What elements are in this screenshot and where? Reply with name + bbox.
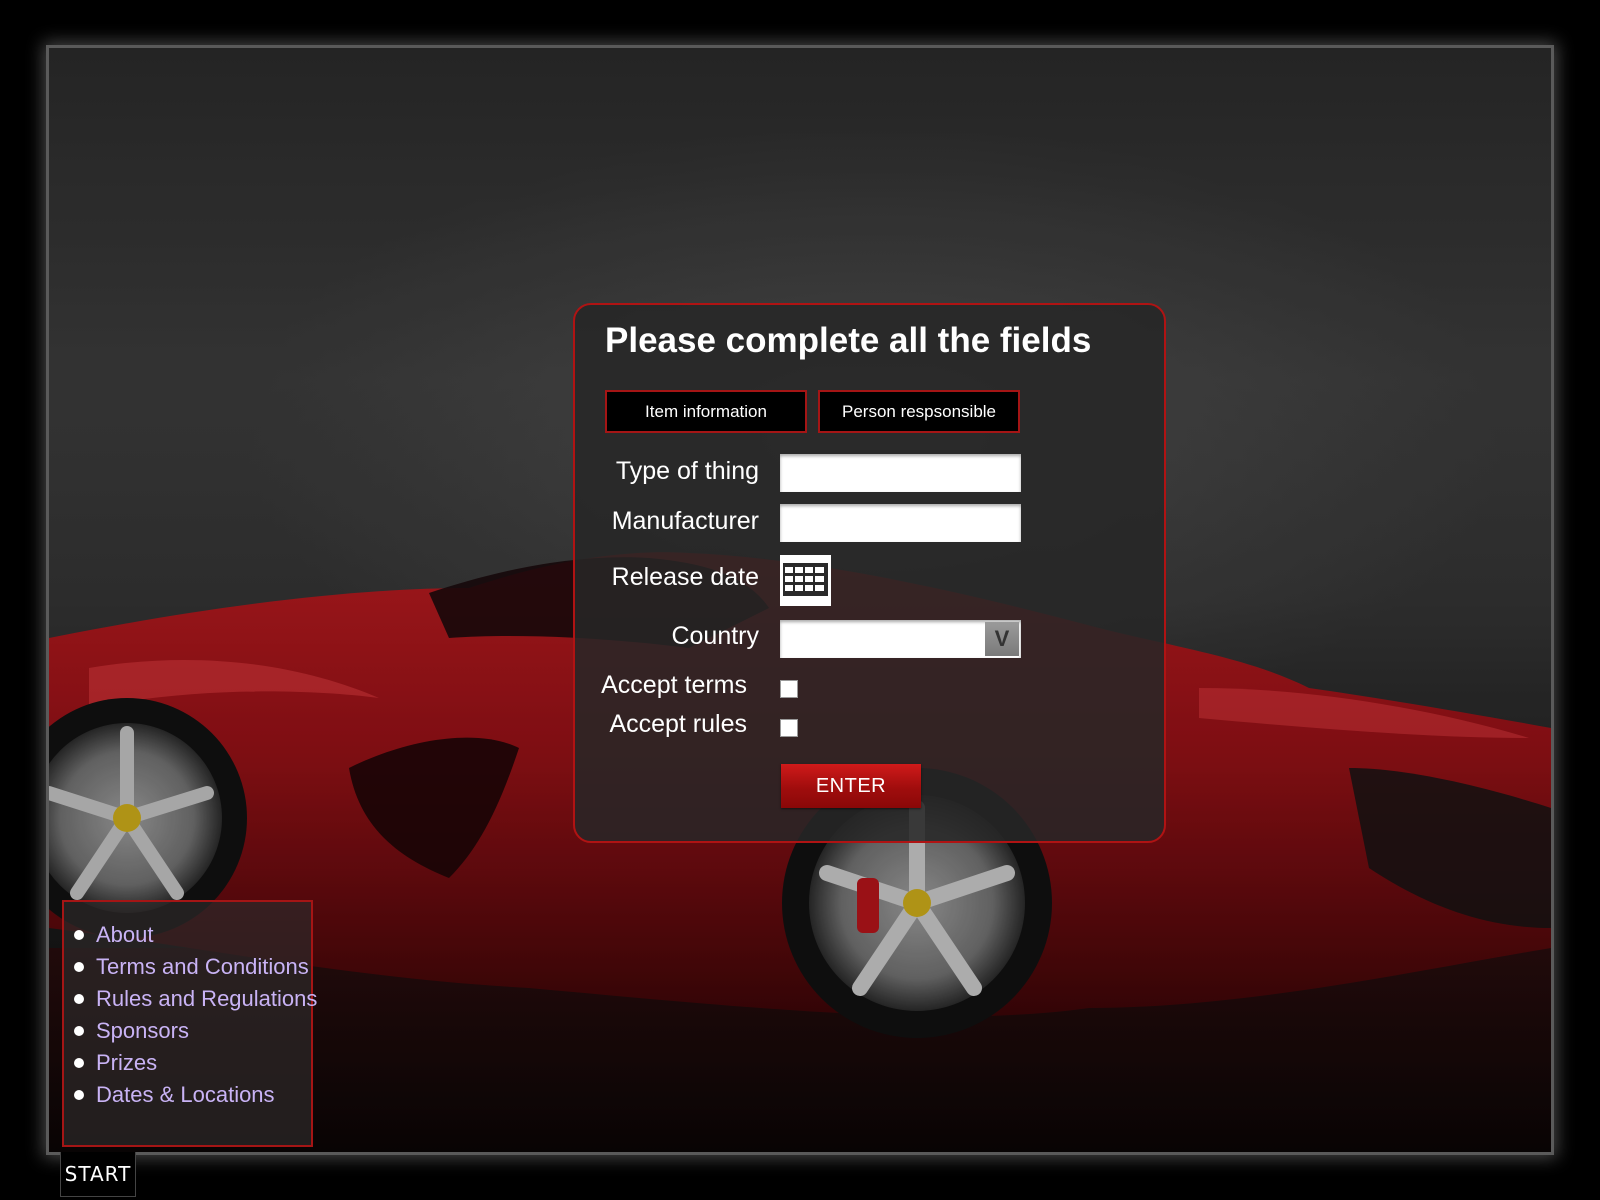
release-date-label: Release date <box>611 563 759 591</box>
nav-link-about[interactable]: About <box>96 922 154 948</box>
bullet-icon <box>74 1090 84 1100</box>
start-button[interactable]: START <box>60 1152 136 1197</box>
calendar-icon <box>783 563 828 596</box>
accept-terms-checkbox[interactable] <box>780 680 798 698</box>
accept-rules-checkbox[interactable] <box>780 719 798 737</box>
calendar-button[interactable] <box>780 555 831 606</box>
bullet-icon <box>74 962 84 972</box>
nav-link-terms[interactable]: Terms and Conditions <box>96 954 309 980</box>
accept-terms-label: Accept terms <box>601 671 747 699</box>
tab-person-responsible[interactable]: Person respsonsible <box>818 390 1020 433</box>
bullet-icon <box>74 1026 84 1036</box>
manufacturer-input[interactable] <box>780 504 1021 542</box>
side-nav: About Terms and Conditions Rules and Reg… <box>62 900 317 1147</box>
nav-link-dates[interactable]: Dates & Locations <box>96 1082 275 1108</box>
type-of-thing-input[interactable] <box>780 454 1021 492</box>
enter-button[interactable]: ENTER <box>781 764 921 808</box>
manufacturer-label: Manufacturer <box>611 507 759 535</box>
bullet-icon <box>74 994 84 1004</box>
form-panel: Please complete all the fields Item info… <box>573 303 1166 843</box>
nav-link-prizes[interactable]: Prizes <box>96 1050 157 1076</box>
chevron-down-icon[interactable]: V <box>985 622 1019 656</box>
bullet-icon <box>74 1058 84 1068</box>
form-title: Please complete all the fields <box>605 321 1092 360</box>
bullet-icon <box>74 930 84 940</box>
country-label: Country <box>671 622 759 650</box>
nav-link-sponsors[interactable]: Sponsors <box>96 1018 189 1044</box>
nav-link-rules[interactable]: Rules and Regulations <box>96 986 317 1012</box>
type-of-thing-label: Type of thing <box>615 457 759 485</box>
tab-item-information[interactable]: Item information <box>605 390 807 433</box>
accept-rules-label: Accept rules <box>609 710 747 738</box>
country-select[interactable]: V <box>780 620 1021 658</box>
